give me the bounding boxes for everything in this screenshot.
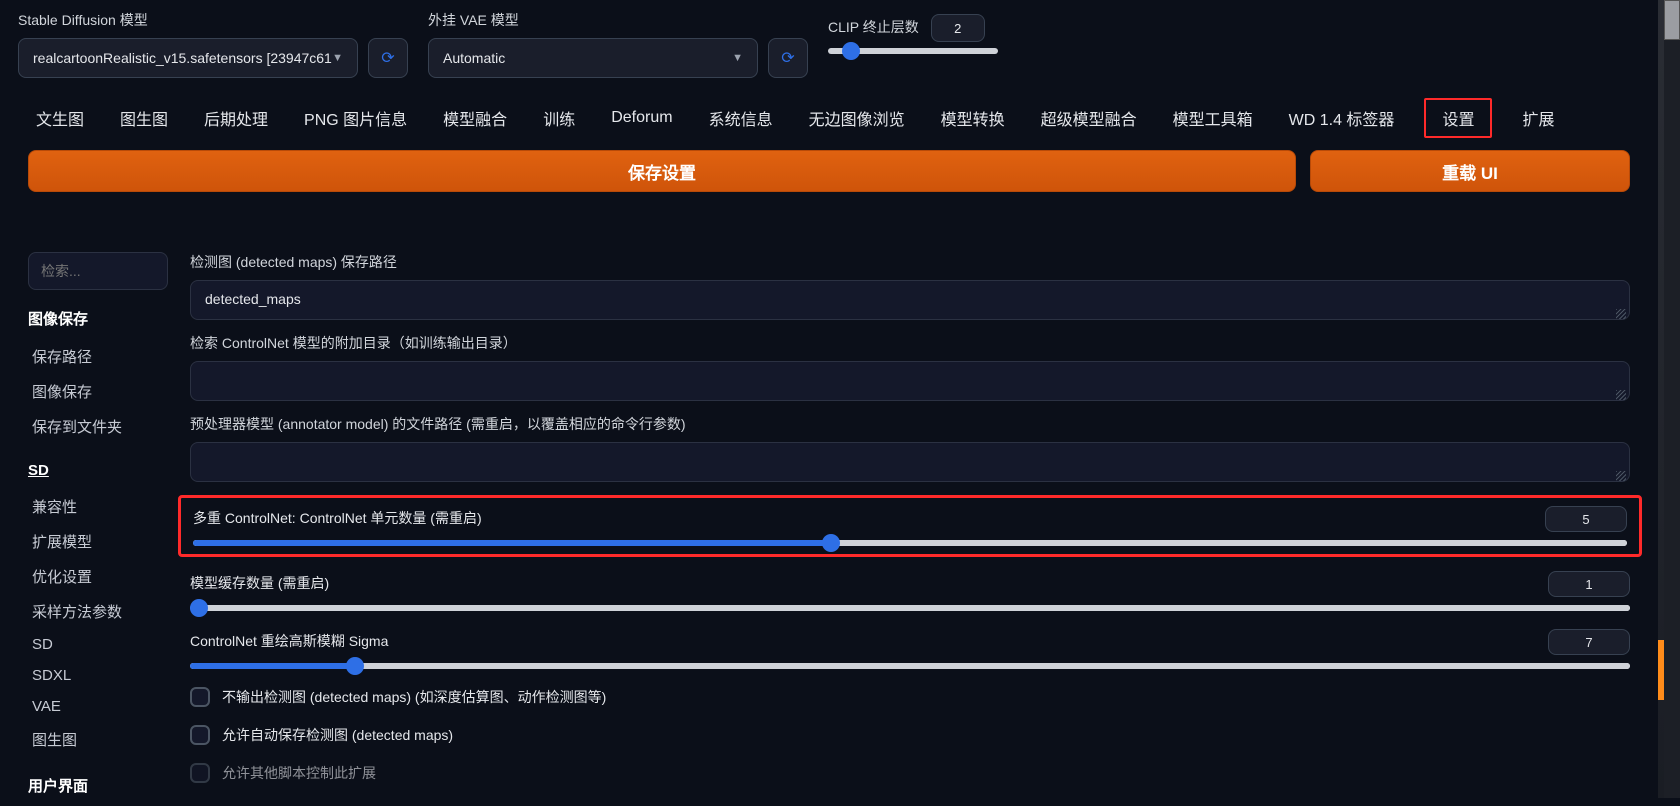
no-output-detected-maps-checkbox[interactable]	[190, 687, 210, 707]
sidebar-item-image-save-1[interactable]: 图像保存	[28, 374, 168, 409]
tab-14[interactable]: 扩展	[1516, 102, 1560, 134]
top-toolbar: Stable Diffusion 模型 realcartoonRealistic…	[18, 10, 1640, 78]
page-scrollbar[interactable]	[1664, 0, 1680, 798]
sd-model-refresh-button[interactable]: ⟳	[368, 38, 408, 78]
sidebar-item-sd-1[interactable]: 扩展模型	[28, 524, 168, 559]
main-tabs: 文生图图生图后期处理 PNG 图片信息模型融合训练 Deforum 系统信息无边图像浏…	[18, 92, 1640, 148]
settings-panel: 检测图 (detected maps) 保存路径 detected_maps 检…	[190, 252, 1630, 806]
clip-skip-label: CLIP 终止层数	[828, 17, 919, 37]
refresh-icon: ⟳	[781, 48, 794, 68]
scroll-thumb[interactable]	[1664, 0, 1680, 40]
model-cache-value[interactable]	[1548, 571, 1630, 597]
vae-model-value: Automatic	[443, 50, 505, 66]
sidebar-header-ui: 用户界面	[28, 775, 168, 796]
vae-model-label: 外挂 VAE 模型	[428, 10, 808, 30]
sidebar-item-sd-2[interactable]: 优化设置	[28, 559, 168, 594]
sidebar-header-sd: SD	[28, 462, 168, 479]
annotator-path-label: 预处理器模型 (annotator model) 的文件路径 (需重启，以覆盖相…	[190, 414, 1630, 434]
sidebar-item-sd-4[interactable]: SD	[28, 629, 168, 660]
sidebar-header-image-save: 图像保存	[28, 308, 168, 329]
tab-0[interactable]: 文生图	[30, 102, 90, 134]
tab-8[interactable]: 无边图像浏览	[803, 102, 911, 134]
clip-skip-value[interactable]	[931, 14, 985, 42]
allow-other-scripts-checkbox[interactable]	[190, 763, 210, 783]
model-cache-label: 模型缓存数量 (需重启)	[190, 573, 329, 593]
gaussian-sigma-label: ControlNet 重绘高斯模糊 Sigma	[190, 631, 388, 651]
auto-save-detected-maps-label: 允许自动保存检测图 (detected maps)	[222, 725, 453, 745]
tab-13[interactable]: 设置	[1424, 98, 1492, 138]
controlnet-units-slider[interactable]	[193, 540, 1627, 546]
sidebar-item-sd-5[interactable]: SDXL	[28, 660, 168, 691]
right-edge-strip	[1658, 0, 1664, 798]
tab-9[interactable]: 模型转换	[935, 102, 1011, 134]
tab-3[interactable]: PNG 图片信息	[298, 102, 413, 134]
sidebar-item-image-save-0[interactable]: 保存路径	[28, 339, 168, 374]
auto-save-detected-maps-checkbox[interactable]	[190, 725, 210, 745]
settings-action-row: 保存设置 重载 UI	[18, 148, 1640, 202]
settings-search-input[interactable]	[28, 252, 168, 290]
sd-model-label: Stable Diffusion 模型	[18, 10, 408, 30]
tab-4[interactable]: 模型融合	[437, 102, 513, 134]
controlnet-units-block: 多重 ControlNet: ControlNet 单元数量 (需重启)	[178, 495, 1642, 557]
refresh-icon: ⟳	[381, 48, 394, 68]
gaussian-sigma-block: ControlNet 重绘高斯模糊 Sigma	[190, 625, 1630, 673]
tab-11[interactable]: 模型工具箱	[1167, 102, 1259, 134]
allow-other-scripts-row[interactable]: 允许其他脚本控制此扩展	[190, 759, 1630, 787]
extra-dir-input[interactable]	[190, 361, 1630, 401]
sidebar-item-image-save-2[interactable]: 保存到文件夹	[28, 409, 168, 444]
sidebar-item-sd-6[interactable]: VAE	[28, 691, 168, 722]
controlnet-units-label: 多重 ControlNet: ControlNet 单元数量 (需重启)	[193, 508, 482, 528]
model-cache-slider[interactable]	[190, 605, 1630, 611]
chevron-down-icon: ▼	[732, 52, 743, 64]
detected-maps-path-input[interactable]: detected_maps	[190, 280, 1630, 320]
settings-sidebar: 图像保存 保存路径图像保存保存到文件夹 SD 兼容性扩展模型优化设置采样方法参数…	[28, 252, 168, 806]
tab-10[interactable]: 超级模型融合	[1035, 102, 1143, 134]
gaussian-sigma-slider[interactable]	[190, 663, 1630, 669]
controlnet-units-value[interactable]	[1545, 506, 1627, 532]
clip-skip-slider[interactable]	[828, 48, 998, 54]
auto-save-detected-maps-row[interactable]: 允许自动保存检测图 (detected maps)	[190, 721, 1630, 749]
tab-6[interactable]: Deforum	[605, 105, 678, 131]
extra-dir-label: 检索 ControlNet 模型的附加目录（如训练输出目录）	[190, 333, 1630, 353]
model-cache-block: 模型缓存数量 (需重启)	[190, 567, 1630, 615]
sd-model-value: realcartoonRealistic_v15.safetensors [23…	[33, 50, 332, 66]
tab-12[interactable]: WD 1.4 标签器	[1283, 102, 1401, 134]
no-output-detected-maps-label: 不输出检测图 (detected maps) (如深度估算图、动作检测图等)	[222, 687, 606, 707]
tab-7[interactable]: 系统信息	[703, 102, 779, 134]
no-output-detected-maps-row[interactable]: 不输出检测图 (detected maps) (如深度估算图、动作检测图等)	[190, 683, 1630, 711]
sidebar-item-sd-3[interactable]: 采样方法参数	[28, 594, 168, 629]
vae-model-refresh-button[interactable]: ⟳	[768, 38, 808, 78]
gaussian-sigma-value[interactable]	[1548, 629, 1630, 655]
vae-model-select[interactable]: Automatic ▼	[428, 38, 758, 78]
sidebar-item-sd-0[interactable]: 兼容性	[28, 489, 168, 524]
sidebar-item-sd-7[interactable]: 图生图	[28, 722, 168, 757]
tab-2[interactable]: 后期处理	[198, 102, 274, 134]
chevron-down-icon: ▼	[332, 52, 343, 64]
tab-5[interactable]: 训练	[537, 102, 581, 134]
sd-model-select[interactable]: realcartoonRealistic_v15.safetensors [23…	[18, 38, 358, 78]
right-edge-accent	[1658, 640, 1664, 700]
tab-1[interactable]: 图生图	[114, 102, 174, 134]
detected-maps-path-label: 检测图 (detected maps) 保存路径	[190, 252, 1630, 272]
save-settings-button[interactable]: 保存设置	[28, 150, 1296, 192]
allow-other-scripts-label: 允许其他脚本控制此扩展	[222, 763, 376, 783]
annotator-path-input[interactable]	[190, 442, 1630, 482]
reload-ui-button[interactable]: 重载 UI	[1310, 150, 1630, 192]
